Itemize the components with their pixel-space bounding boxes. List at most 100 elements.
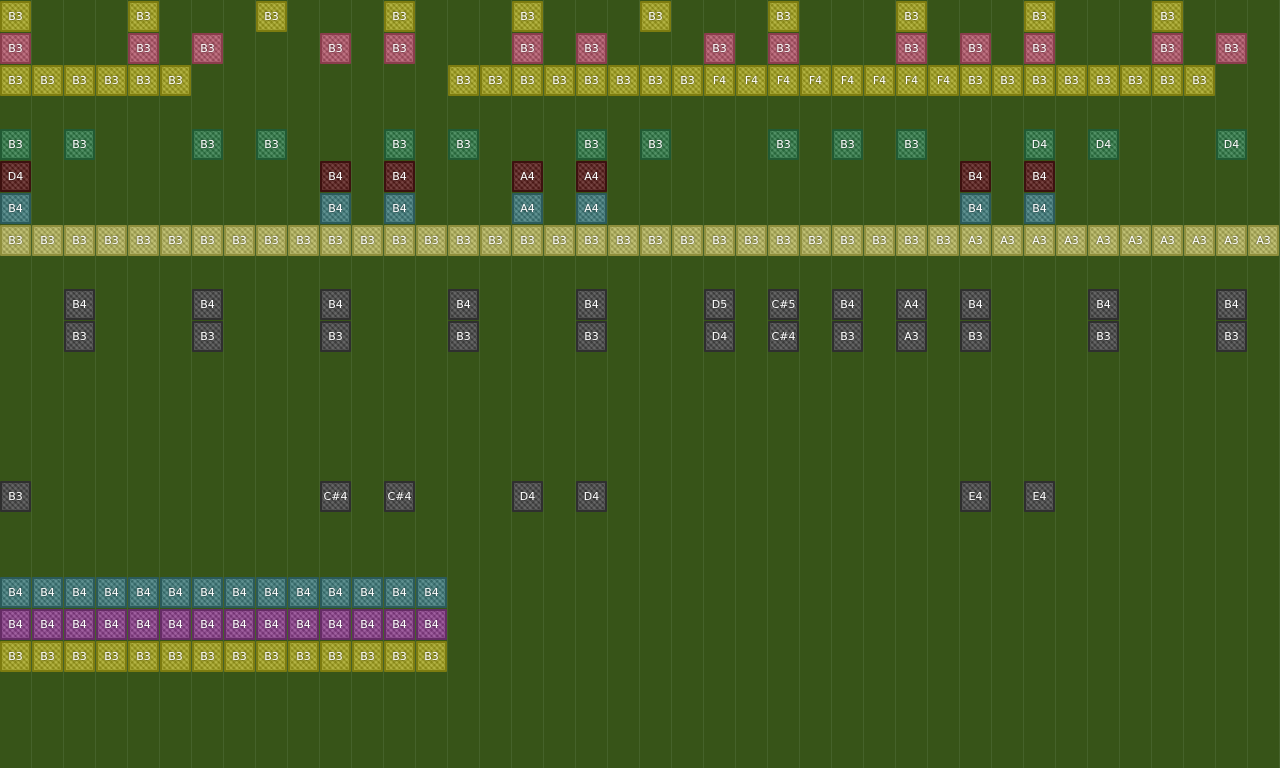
- note-cell[interactable]: C#4: [768, 321, 799, 352]
- note-cell[interactable]: B4: [0, 577, 31, 608]
- note-cell[interactable]: B3: [1088, 321, 1119, 352]
- note-cell[interactable]: B3: [384, 225, 415, 256]
- note-cell[interactable]: B3: [32, 641, 63, 672]
- note-cell[interactable]: B3: [448, 321, 479, 352]
- note-cell[interactable]: D4: [512, 481, 543, 512]
- note-cell[interactable]: A3: [1184, 225, 1215, 256]
- note-cell[interactable]: B4: [160, 609, 191, 640]
- note-cell[interactable]: B3: [448, 225, 479, 256]
- note-cell[interactable]: B3: [832, 321, 863, 352]
- note-cell[interactable]: B4: [416, 609, 447, 640]
- note-cell[interactable]: B3: [0, 129, 31, 160]
- note-cell[interactable]: E4: [960, 481, 991, 512]
- note-cell[interactable]: B3: [224, 225, 255, 256]
- note-cell[interactable]: B3: [768, 129, 799, 160]
- note-cell[interactable]: B3: [768, 225, 799, 256]
- note-cell[interactable]: B4: [320, 577, 351, 608]
- note-cell[interactable]: F4: [800, 65, 831, 96]
- note-cell[interactable]: B3: [192, 321, 223, 352]
- note-cell[interactable]: A3: [992, 225, 1023, 256]
- note-cell[interactable]: F4: [704, 65, 735, 96]
- note-cell[interactable]: B3: [576, 129, 607, 160]
- note-cell[interactable]: B3: [256, 641, 287, 672]
- note-cell[interactable]: B3: [896, 225, 927, 256]
- note-cell[interactable]: B3: [448, 129, 479, 160]
- note-cell[interactable]: B3: [704, 33, 735, 64]
- note-cell[interactable]: B3: [128, 225, 159, 256]
- note-cell[interactable]: B3: [480, 65, 511, 96]
- note-cell[interactable]: A3: [1120, 225, 1151, 256]
- note-cell[interactable]: B3: [704, 225, 735, 256]
- note-cell[interactable]: B3: [800, 225, 831, 256]
- note-cell[interactable]: B3: [992, 65, 1023, 96]
- note-cell[interactable]: A4: [576, 161, 607, 192]
- note-cell[interactable]: B4: [64, 289, 95, 320]
- note-cell[interactable]: B3: [576, 225, 607, 256]
- note-cell[interactable]: B3: [352, 641, 383, 672]
- note-cell[interactable]: B4: [960, 289, 991, 320]
- note-cell[interactable]: B3: [608, 65, 639, 96]
- note-cell[interactable]: A4: [512, 161, 543, 192]
- note-cell[interactable]: B3: [640, 65, 671, 96]
- note-cell[interactable]: B4: [288, 577, 319, 608]
- note-cell[interactable]: B4: [416, 577, 447, 608]
- note-cell[interactable]: B3: [64, 65, 95, 96]
- note-cell[interactable]: B4: [32, 609, 63, 640]
- note-cell[interactable]: D4: [1088, 129, 1119, 160]
- note-cell[interactable]: B4: [320, 161, 351, 192]
- note-cell[interactable]: B3: [448, 65, 479, 96]
- note-cell[interactable]: F4: [928, 65, 959, 96]
- note-cell[interactable]: B3: [896, 1, 927, 32]
- note-cell[interactable]: B4: [288, 609, 319, 640]
- note-cell[interactable]: B3: [128, 1, 159, 32]
- note-cell[interactable]: B4: [64, 577, 95, 608]
- note-cell[interactable]: B3: [160, 225, 191, 256]
- note-cell[interactable]: B3: [128, 65, 159, 96]
- note-cell[interactable]: F4: [896, 65, 927, 96]
- note-cell[interactable]: B3: [640, 225, 671, 256]
- note-cell[interactable]: B4: [320, 289, 351, 320]
- note-cell[interactable]: B4: [384, 577, 415, 608]
- note-cell[interactable]: B3: [320, 225, 351, 256]
- note-cell[interactable]: B3: [384, 129, 415, 160]
- note-cell[interactable]: D4: [576, 481, 607, 512]
- note-cell[interactable]: B3: [512, 225, 543, 256]
- note-cell[interactable]: B4: [960, 193, 991, 224]
- note-cell[interactable]: A4: [512, 193, 543, 224]
- note-cell[interactable]: B3: [320, 33, 351, 64]
- note-cell[interactable]: B4: [224, 577, 255, 608]
- note-cell[interactable]: B3: [1152, 1, 1183, 32]
- note-cell[interactable]: B3: [320, 321, 351, 352]
- note-cell[interactable]: B3: [352, 225, 383, 256]
- note-cell[interactable]: B4: [832, 289, 863, 320]
- note-cell[interactable]: B3: [896, 129, 927, 160]
- note-cell[interactable]: B3: [0, 641, 31, 672]
- note-cell[interactable]: B3: [320, 641, 351, 672]
- note-cell[interactable]: B4: [192, 577, 223, 608]
- note-cell[interactable]: B3: [96, 65, 127, 96]
- note-cell[interactable]: B4: [64, 609, 95, 640]
- note-cell[interactable]: B3: [960, 321, 991, 352]
- note-cell[interactable]: B3: [0, 65, 31, 96]
- note-cell[interactable]: B3: [288, 641, 319, 672]
- note-cell[interactable]: B3: [1120, 65, 1151, 96]
- note-cell[interactable]: B3: [736, 225, 767, 256]
- note-cell[interactable]: B4: [96, 609, 127, 640]
- note-cell[interactable]: B3: [576, 33, 607, 64]
- note-cell[interactable]: B4: [384, 609, 415, 640]
- note-cell[interactable]: B4: [1024, 193, 1055, 224]
- note-cell[interactable]: B3: [256, 129, 287, 160]
- note-cell[interactable]: B3: [1152, 33, 1183, 64]
- note-cell[interactable]: B4: [224, 609, 255, 640]
- note-cell[interactable]: C#4: [320, 481, 351, 512]
- note-cell[interactable]: D4: [0, 161, 31, 192]
- note-cell[interactable]: D4: [1216, 129, 1247, 160]
- note-cell[interactable]: F4: [736, 65, 767, 96]
- note-cell[interactable]: A3: [1216, 225, 1247, 256]
- note-grid[interactable]: B3 B3 B3 B3 B3 B3 B3 B3 B3 B3 B3 B3 B3 B3 B3 B3 B3 B3 B3 B3…: [0, 0, 1280, 768]
- note-cell[interactable]: C#4: [384, 481, 415, 512]
- note-cell[interactable]: B3: [768, 33, 799, 64]
- note-cell[interactable]: B4: [576, 289, 607, 320]
- note-cell[interactable]: B3: [288, 225, 319, 256]
- note-cell[interactable]: B4: [32, 577, 63, 608]
